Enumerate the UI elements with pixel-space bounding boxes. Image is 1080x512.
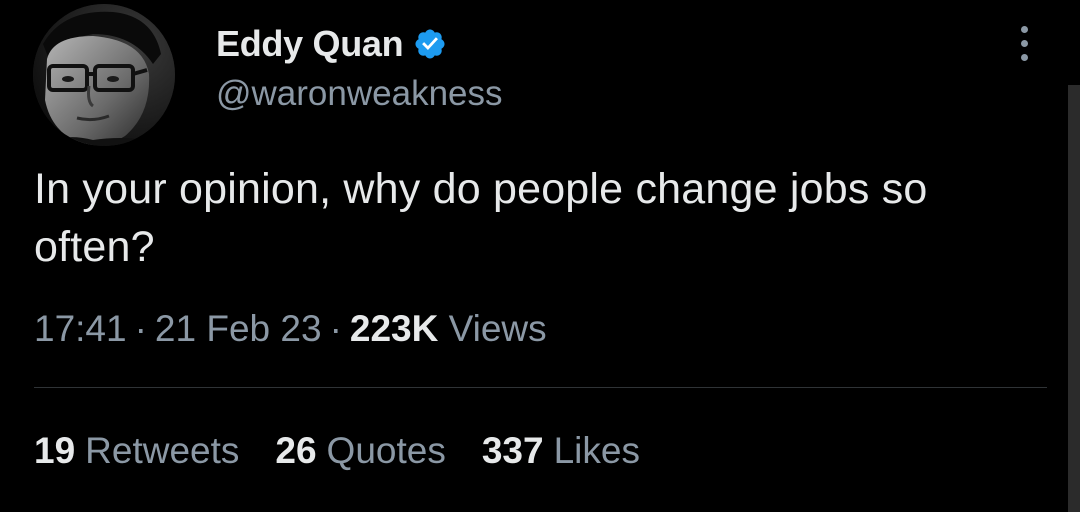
views-label: Views — [448, 308, 547, 349]
meta-separator: · — [134, 308, 147, 349]
tweet-date[interactable]: 21 Feb 23 — [155, 308, 322, 349]
retweets-count: 19 — [34, 430, 76, 471]
more-vertical-icon — [1020, 25, 1028, 33]
engagement-stats: 19 Retweets 26 Quotes 337 Likes — [34, 430, 676, 472]
avatar-photo — [33, 4, 175, 146]
likes-count: 337 — [481, 430, 544, 471]
avatar[interactable] — [33, 4, 175, 146]
more-vertical-icon-dot — [1020, 53, 1028, 61]
author-block: Eddy Quan @waronweakness — [216, 22, 503, 114]
views-count: 223K — [349, 308, 439, 349]
more-vertical-icon-dot — [1020, 39, 1028, 47]
retweets-label: Retweets — [85, 430, 240, 471]
author-handle[interactable]: @waronweakness — [216, 74, 503, 114]
author-display-name[interactable]: Eddy Quan — [216, 23, 404, 65]
quotes-label: Quotes — [326, 430, 446, 471]
meta-separator: · — [329, 308, 342, 349]
author-name-row: Eddy Quan — [216, 22, 503, 66]
verified-badge-icon — [413, 27, 447, 61]
scrollbar[interactable] — [1068, 85, 1080, 512]
tweet-meta: 17:41 · 21 Feb 23 · 223K Views — [34, 308, 547, 350]
tweet-text: In your opinion, why do people change jo… — [34, 165, 928, 271]
quotes-stat[interactable]: 26 Quotes — [275, 430, 445, 472]
more-options-button[interactable] — [1004, 18, 1044, 68]
quotes-count: 26 — [275, 430, 317, 471]
tweet-time[interactable]: 17:41 — [34, 308, 127, 349]
likes-label: Likes — [553, 430, 640, 471]
retweets-stat[interactable]: 19 Retweets — [34, 430, 239, 472]
divider — [34, 387, 1047, 388]
likes-stat[interactable]: 337 Likes — [482, 430, 640, 472]
tweet-detail: Eddy Quan @waronweakness In your opinion… — [0, 0, 1080, 512]
